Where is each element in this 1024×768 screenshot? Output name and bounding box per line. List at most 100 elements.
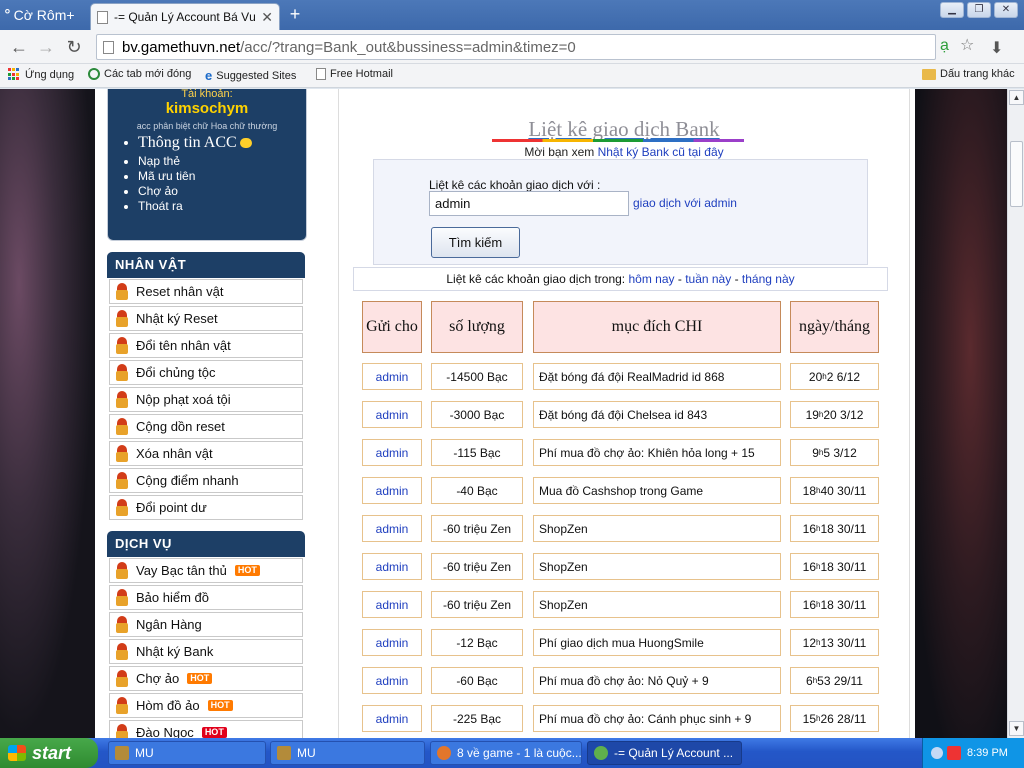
hot-badge: HOT <box>187 673 213 684</box>
sidebar-item-rename[interactable]: Đổi tên nhân vật <box>109 333 303 358</box>
cell-recipient[interactable]: admin <box>362 553 422 580</box>
account-menu-ma-uu-tien[interactable]: Mã ưu tiên <box>124 169 252 184</box>
cell-purpose: Phí giao dịch mua HuongSmile <box>533 629 781 656</box>
minimize-icon[interactable]: ▁ <box>940 2 964 18</box>
sidebar-item-insurance[interactable]: Bảo hiểm đồ <box>109 585 303 610</box>
range-month-link[interactable]: tháng này <box>742 272 795 286</box>
account-menu-nap-the[interactable]: Nạp thẻ <box>124 154 252 169</box>
sidebar-item-dig-jewel[interactable]: Đào Ngọc HOT <box>109 720 303 738</box>
tray-arrow-icon[interactable] <box>931 747 943 759</box>
cell-recipient[interactable]: admin <box>362 667 422 694</box>
forward-arrow-icon[interactable]: → <box>35 36 57 58</box>
recipient-link[interactable]: admin <box>376 674 409 688</box>
account-note: acc phân biệt chữ Hoa chữ thường <box>136 121 278 131</box>
new-tab-button[interactable]: + <box>284 4 306 24</box>
sidebar-item-bank[interactable]: Ngân Hàng <box>109 612 303 637</box>
account-name: kimsochym <box>165 100 249 117</box>
cell-recipient[interactable]: admin <box>362 705 422 732</box>
section-nhan-vat-header: NHÂN VẬT <box>107 252 305 278</box>
close-tab-icon[interactable]: ✕ <box>261 9 273 26</box>
sidebar-item-change-race[interactable]: Đổi chủng tộc <box>109 360 303 385</box>
sidebar-item-reset[interactable]: Reset nhân vật <box>109 279 303 304</box>
recipient-link[interactable]: admin <box>376 484 409 498</box>
range-today-link[interactable]: hôm nay <box>628 272 674 286</box>
sidebar-item-loan[interactable]: Vay Bạc tân thủ HOT <box>109 558 303 583</box>
close-window-icon[interactable]: ✕ <box>994 2 1018 18</box>
reload-icon[interactable]: ↻ <box>63 36 85 58</box>
recipient-link[interactable]: admin <box>376 560 409 574</box>
character-icon <box>114 669 130 688</box>
scroll-up-icon[interactable]: ▲ <box>1009 90 1024 105</box>
url-text: bv.gamethuvn.net/acc/?trang=Bank_out&bus… <box>122 38 576 56</box>
apps-grid-icon <box>8 68 21 81</box>
recipient-link[interactable]: admin <box>376 636 409 650</box>
account-menu-cho-ao[interactable]: Chợ ảo <box>124 184 252 199</box>
cell-recipient[interactable]: admin <box>362 629 422 656</box>
account-menu-logout[interactable]: Thoát ra <box>124 199 252 214</box>
browser-tabstrip: ᐤCờ Rôm+ -= Quản Lý Account Bá Vươn ✕ + … <box>0 0 1024 30</box>
recipient-link[interactable]: admin <box>376 408 409 422</box>
cell-recipient[interactable]: admin <box>362 401 422 428</box>
sidebar-item-bank-log[interactable]: Nhật ký Bank <box>109 639 303 664</box>
cell-purpose: ShopZen <box>533 515 781 542</box>
back-arrow-icon[interactable]: ← <box>8 36 30 58</box>
taskbar-item-firefox[interactable]: 8 về game - 1 là cuộc... <box>430 741 582 765</box>
smiley-icon <box>239 138 252 149</box>
bookmark-suggested-sites[interactable]: e Suggested Sites <box>205 68 296 83</box>
taskbar-item-mu-1[interactable]: MU <box>108 741 266 765</box>
recipient-link[interactable]: admin <box>376 598 409 612</box>
cell-recipient[interactable]: admin <box>362 515 422 542</box>
account-menu-info[interactable]: Thông tin ACC <box>124 132 252 154</box>
bookmark-other[interactable]: Dấu trang khác <box>922 68 1015 80</box>
sidebar-item-virtual-chest[interactable]: Hòm đồ ảo HOT <box>109 693 303 718</box>
scroll-thumb[interactable] <box>1010 141 1023 207</box>
search-button[interactable]: Tìm kiếm <box>431 227 520 258</box>
recipient-link[interactable]: admin <box>376 712 409 726</box>
page-scrollbar[interactable]: ▲ ▼ <box>1007 89 1024 738</box>
taskbar-item-browser[interactable]: -= Quản Lý Account ... <box>587 741 742 765</box>
bookmark-recent-tabs[interactable]: Các tab mới đóng <box>88 68 191 80</box>
sidebar-item-reset-log[interactable]: Nhật ký Reset <box>109 306 303 331</box>
tab-quan-ly-account[interactable]: -= Quản Lý Account Bá Vươn ✕ <box>90 3 280 30</box>
bookmark-free-hotmail[interactable]: Free Hotmail <box>316 68 393 80</box>
bookmark-star-icon[interactable]: ☆ <box>960 35 974 57</box>
taskbar-item-mu-2[interactable]: MU <box>270 741 425 765</box>
address-bar[interactable]: bv.gamethuvn.net/acc/?trang=Bank_out&bus… <box>96 34 936 60</box>
recipient-link[interactable]: admin <box>376 522 409 536</box>
cell-amount: -60 triệu Zen <box>431 591 523 618</box>
search-input[interactable] <box>429 191 629 216</box>
browser-toolbar: ← → ↻ bv.gamethuvn.net/acc/?trang=Bank_o… <box>0 30 1024 64</box>
recipient-link[interactable]: admin <box>376 446 409 460</box>
character-icon <box>114 588 130 607</box>
scroll-down-icon[interactable]: ▼ <box>1009 721 1024 736</box>
sidebar-item-spare-points[interactable]: Đổi point dư <box>109 495 303 520</box>
cell-purpose: Đặt bóng đá đội Chelsea id 843 <box>533 401 781 428</box>
cell-recipient[interactable]: admin <box>362 477 422 504</box>
start-button[interactable]: start <box>0 738 98 768</box>
sidebar-item-merge-reset[interactable]: Cộng dồn reset <box>109 414 303 439</box>
cell-purpose: Phí mua đồ chợ ảo: Cánh phục sinh + 9 <box>533 705 781 732</box>
range-week-link[interactable]: tuần này <box>685 272 731 286</box>
character-icon <box>114 615 130 634</box>
character-icon <box>114 309 130 328</box>
bookmark-apps[interactable]: Ứng dụng <box>8 68 74 81</box>
sidebar-item-quick-points[interactable]: Cộng điểm nhanh <box>109 468 303 493</box>
cell-amount: -60 triệu Zen <box>431 515 523 542</box>
transactions-with-admin-link[interactable]: giao dịch với admin <box>633 196 737 210</box>
restore-icon[interactable]: ❐ <box>967 2 991 18</box>
cell-date: 16 h 18 30/11 <box>790 515 879 542</box>
cell-recipient[interactable]: admin <box>362 591 422 618</box>
translate-icon[interactable]: ạ <box>940 35 949 57</box>
download-icon[interactable]: ⬇ <box>990 38 1003 58</box>
background-art-right <box>915 89 1007 738</box>
old-bank-log-link[interactable]: Nhật ký Bank cũ tại đây <box>598 145 724 159</box>
recipient-link[interactable]: admin <box>376 370 409 384</box>
cell-recipient[interactable]: admin <box>362 363 422 390</box>
sidebar-item-delete-character[interactable]: Xóa nhân vật <box>109 441 303 466</box>
cell-date: 6 h 53 29/11 <box>790 667 879 694</box>
cell-purpose: Mua đồ Cashshop trong Game <box>533 477 781 504</box>
sidebar-item-pay-fine[interactable]: Nộp phạt xoá tội <box>109 387 303 412</box>
tray-shield-icon[interactable] <box>947 746 961 760</box>
sidebar-item-virtual-market[interactable]: Chợ ảo HOT <box>109 666 303 691</box>
cell-recipient[interactable]: admin <box>362 439 422 466</box>
